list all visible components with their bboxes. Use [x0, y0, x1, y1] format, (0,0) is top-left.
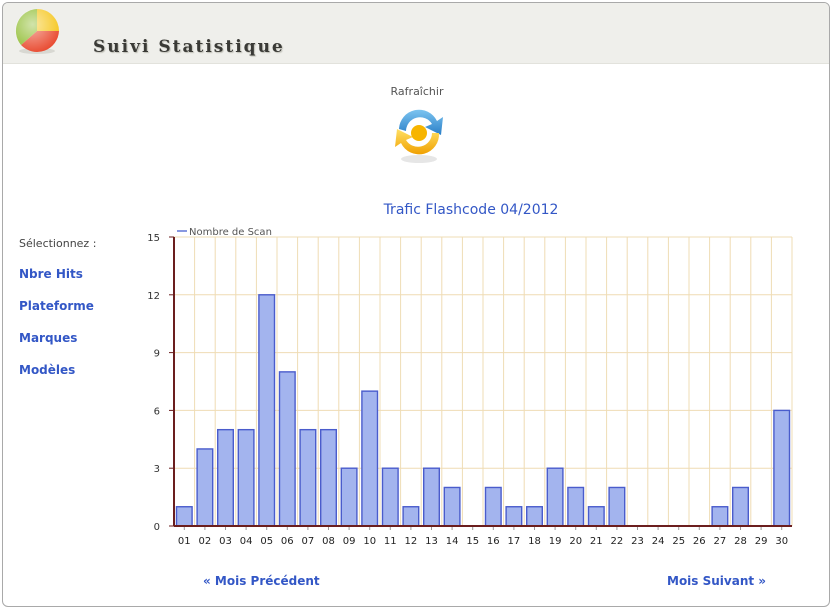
x-tick-label: 07 [302, 536, 315, 547]
x-tick-label: 22 [611, 536, 624, 547]
y-tick-label: 12 [147, 291, 160, 302]
x-tick-label: 18 [528, 536, 541, 547]
y-tick-label: 6 [154, 406, 160, 417]
x-tick-label: 15 [466, 536, 479, 547]
bar [546, 467, 564, 527]
bar [732, 486, 750, 527]
bar [361, 390, 379, 527]
bar [175, 506, 193, 527]
x-tick-label: 13 [425, 536, 438, 547]
next-month-link[interactable]: Mois Suivant » [667, 574, 766, 588]
x-tick-label: 25 [672, 536, 685, 547]
bar [773, 409, 791, 527]
bar [484, 486, 502, 527]
x-tick-label: 12 [405, 536, 418, 547]
x-tick-label: 29 [755, 536, 768, 547]
legend-label: Nombre de Scan [189, 227, 272, 238]
bar [587, 506, 605, 527]
bar [526, 506, 544, 527]
x-tick-label: 03 [219, 536, 232, 547]
bar [423, 467, 441, 527]
bar [237, 428, 255, 527]
x-tick-label: 08 [322, 536, 335, 547]
x-tick-label: 16 [487, 536, 500, 547]
bar [278, 371, 296, 527]
bar [402, 506, 420, 527]
bar [320, 428, 338, 527]
bar [711, 506, 729, 527]
x-tick-label: 06 [281, 536, 294, 547]
bar [258, 294, 276, 527]
bar [567, 486, 585, 527]
bar [340, 467, 358, 527]
x-tick-label: 21 [590, 536, 603, 547]
y-tick-label: 15 [147, 233, 160, 244]
x-tick-label: 26 [693, 536, 706, 547]
bar [443, 486, 461, 527]
bar [299, 428, 317, 527]
bar [196, 448, 214, 527]
x-tick-label: 20 [569, 536, 582, 547]
x-tick-label: 23 [631, 536, 644, 547]
x-tick-label: 28 [734, 536, 747, 547]
app-window: Suivi Statistique Rafraîchir Sélectionne… [2, 2, 830, 607]
x-tick-label: 14 [446, 536, 459, 547]
x-tick-label: 27 [714, 536, 727, 547]
x-tick-label: 11 [384, 536, 397, 547]
previous-month-link[interactable]: « Mois Précédent [203, 574, 320, 588]
y-tick-label: 9 [154, 349, 160, 360]
x-tick-label: 10 [363, 536, 376, 547]
bar [381, 467, 399, 527]
bar [216, 428, 234, 527]
x-tick-label: 19 [549, 536, 562, 547]
x-tick-label: 05 [260, 536, 273, 547]
x-tick-label: 01 [178, 536, 191, 547]
bar-chart: 0369121501 02 03 04 05 06 07 08 09 10 11 12 13 14 15 16… [147, 227, 793, 547]
bar [608, 486, 626, 527]
x-tick-label: 30 [775, 536, 788, 547]
x-tick-label: 24 [652, 536, 665, 547]
y-tick-label: 0 [154, 522, 160, 533]
x-tick-label: 04 [240, 536, 253, 547]
x-tick-label: 17 [508, 536, 521, 547]
x-tick-label: 09 [343, 536, 356, 547]
bar [505, 506, 523, 527]
x-tick-label: 02 [199, 536, 212, 547]
y-tick-label: 3 [154, 464, 160, 475]
